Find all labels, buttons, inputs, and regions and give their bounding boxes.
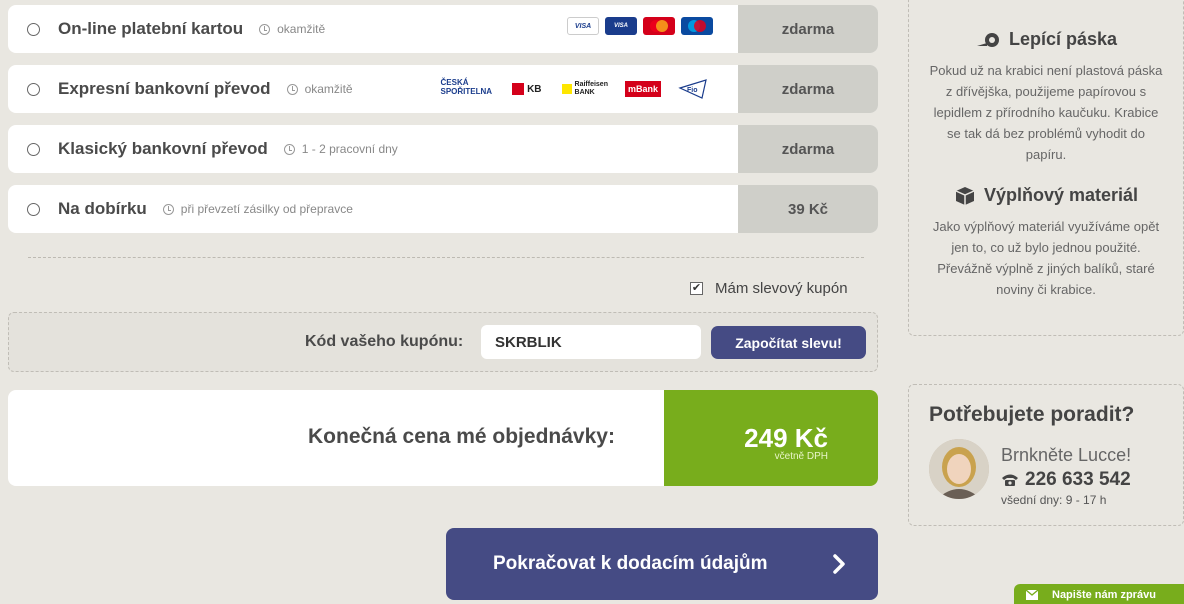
card-logos: VISA VISA: [567, 17, 713, 35]
ceska-sporitelna-logo: ČESKÁ SPOŘITELNA: [440, 78, 493, 96]
kb-logo: KB: [509, 78, 544, 100]
clock-icon: [162, 203, 174, 215]
radio-button[interactable]: [27, 22, 40, 36]
payment-option-card[interactable]: On-line platební kartou okamžitě VISA VI…: [8, 5, 878, 53]
continue-button[interactable]: Pokračovat k dodacím údajům: [446, 528, 878, 600]
total-label: Konečná cena mé objednávky:: [308, 425, 615, 448]
contact-title: Potřebujete poradit?: [929, 403, 1135, 426]
payment-name: Expresní bankovní převod: [58, 79, 271, 98]
payment-option-cash-on-delivery[interactable]: Na dobírku při převzetí zásilky od přepr…: [8, 185, 878, 233]
visa-electron-logo: VISA: [605, 17, 637, 35]
payment-price: zdarma: [738, 65, 878, 113]
radio-button[interactable]: [27, 82, 40, 96]
payment-time-label: při převzetí zásilky od přepravce: [180, 202, 353, 216]
coupon-form: Kód vašeho kupónu: Započítat slevu!: [8, 312, 878, 372]
payment-price: 39 Kč: [738, 185, 878, 233]
payment-time: při převzetí zásilky od přepravce: [162, 202, 353, 216]
fill-title: Výplňový materiál: [909, 185, 1183, 206]
divider: [28, 257, 864, 258]
contact-hours: všední dny: 9 - 17 h: [1001, 493, 1107, 507]
phone-icon: [1002, 474, 1018, 486]
bank-logos: ČESKÁ SPOŘITELNA KB Raiffeisen BANK mBank …: [438, 78, 714, 100]
total-vat-note: včetně DPH: [774, 451, 828, 462]
coupon-label: Kód vašeho kupónu:: [305, 333, 464, 350]
contact-phone[interactable]: 226 633 542: [1001, 469, 1131, 491]
raiffeisen-logo: Raiffeisen BANK: [559, 78, 611, 100]
tape-icon: [976, 32, 999, 47]
clock-icon: [259, 23, 271, 35]
mail-icon: [1026, 590, 1038, 600]
fio-logo: Fio: [675, 78, 713, 100]
chat-tab[interactable]: Napište nám zprávu: [1014, 584, 1184, 604]
chevron-right-icon: [833, 554, 845, 574]
payment-price: zdarma: [738, 5, 878, 53]
avatar: [929, 439, 989, 499]
payment-name: Klasický bankovní převod: [58, 139, 268, 158]
svg-text:Fio: Fio: [687, 87, 698, 94]
payment-name: Na dobírku: [58, 199, 147, 218]
packaging-info: Lepící páska Pokud už na krabici není pl…: [908, 0, 1184, 336]
payment-time-label: okamžitě: [277, 22, 326, 36]
payment-option-express-transfer[interactable]: Expresní bankovní převod okamžitě ČESKÁ S…: [8, 65, 878, 113]
apply-coupon-button[interactable]: Započítat slevu!: [711, 326, 866, 359]
tape-title-text: Lepící páska: [1008, 29, 1118, 49]
fill-title-text: Výplňový materiál: [983, 185, 1139, 205]
contact-phone-number: 226 633 542: [1025, 469, 1131, 490]
contact-call: Brnkněte Lucce!: [1001, 445, 1132, 465]
payment-option-classic-transfer[interactable]: Klasický bankovní převod 1 - 2 pracovní …: [8, 125, 878, 173]
coupon-input[interactable]: [481, 325, 701, 359]
order-total: Konečná cena mé objednávky: 249 Kč včetn…: [8, 390, 878, 486]
clock-icon: [283, 143, 295, 155]
coupon-checkbox[interactable]: ✔: [690, 282, 703, 295]
mastercard-logo: [643, 17, 675, 35]
box-icon: [955, 186, 975, 205]
tape-text: Pokud už na krabici není plastová páska …: [929, 63, 1163, 162]
total-price-box: 249 Kč včetně DPH: [664, 390, 878, 486]
payment-time: 1 - 2 pracovní dny: [283, 142, 398, 156]
payment-name: On-line platební kartou: [58, 19, 244, 38]
radio-button[interactable]: [27, 202, 40, 216]
payment-time: okamžitě: [286, 82, 353, 96]
mbank-logo: mBank: [624, 81, 661, 97]
total-amount: 249 Kč: [744, 423, 828, 453]
visa-logo: VISA: [567, 17, 599, 35]
coupon-toggle[interactable]: ✔ Mám slevový kupón: [690, 280, 848, 297]
tape-title: Lepící páska: [909, 29, 1183, 50]
clock-icon: [286, 83, 298, 95]
fill-text: Jako výplňový materiál využíváme opět je…: [932, 219, 1160, 297]
continue-button-label: Pokračovat k dodacím údajům: [493, 553, 768, 574]
payment-price: zdarma: [738, 125, 878, 173]
coupon-checkbox-label: Mám slevový kupón: [715, 280, 848, 297]
radio-button[interactable]: [27, 142, 40, 156]
chat-tab-label: Napište nám zprávu: [1052, 589, 1156, 601]
payment-time-label: 1 - 2 pracovní dny: [301, 142, 398, 156]
contact-box: Potřebujete poradit? Brnkněte Lucce! 226…: [908, 384, 1184, 526]
maestro-logo: [681, 17, 713, 35]
payment-time: okamžitě: [259, 22, 325, 36]
payment-time-label: okamžitě: [304, 82, 353, 96]
